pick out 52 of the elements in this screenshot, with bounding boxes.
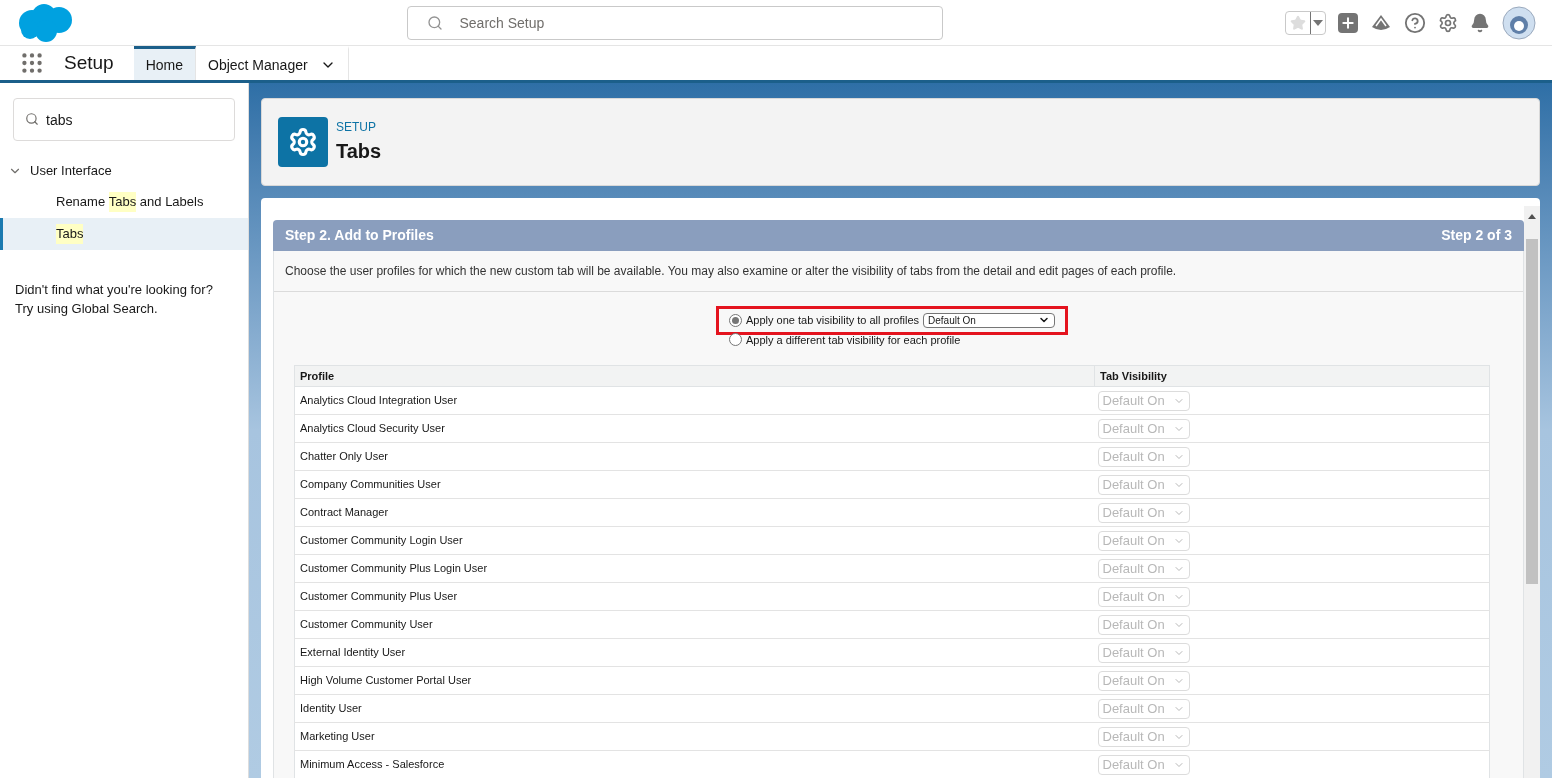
search-icon: [25, 112, 39, 126]
option-label: Apply a different tab visibility for each profile: [746, 332, 961, 348]
nav-tab[interactable]: Home: [133, 46, 196, 80]
wizard-title: Step 2. Add to Profiles: [285, 226, 434, 245]
notifications-icon[interactable]: [1470, 12, 1490, 33]
quick-find-field[interactable]: tabs: [13, 98, 235, 141]
tree-item[interactable]: Tabs: [0, 218, 248, 250]
help-text: Didn't find what you're looking for?: [15, 281, 214, 299]
wizard-step: Step 2 of 3: [1441, 225, 1512, 246]
cloud-logo[interactable]: [16, 2, 74, 43]
tree-item[interactable]: Rename Tabs and Labels: [0, 186, 248, 218]
profile-cell: Analytics Cloud Integration User: [294, 386, 1095, 415]
option-label: Apply one tab visibility to all profiles: [746, 313, 919, 328]
help-icon[interactable]: [1404, 11, 1426, 34]
profile-cell: High Volume Customer Portal User: [294, 666, 1095, 695]
app-launcher-icon[interactable]: [19, 50, 45, 76]
scrollbar[interactable]: [1524, 206, 1540, 778]
avatar[interactable]: [1502, 5, 1536, 40]
search-field[interactable]: Search Setup: [406, 5, 943, 40]
profile-cell: Analytics Cloud Security User: [294, 414, 1095, 443]
setup-gear-icon: [278, 117, 328, 167]
profile-cell: Marketing User: [294, 722, 1095, 751]
favorites-button[interactable]: [1285, 10, 1326, 35]
nav-tab[interactable]: Object Manager: [196, 46, 349, 80]
settings-icon[interactable]: [1438, 12, 1458, 33]
add-button[interactable]: [1338, 12, 1358, 33]
help-text: Try using Global Search.: [15, 300, 159, 318]
page-title: Tabs: [336, 139, 382, 164]
tree-group[interactable]: User Interface: [0, 156, 248, 186]
profile-cell: Minimum Access - Salesforce: [294, 750, 1095, 778]
scroll-up-arrow-icon[interactable]: [1528, 214, 1536, 219]
profile-cell: Company Communities User: [294, 470, 1095, 499]
app-name: Setup: [63, 50, 115, 75]
profile-cell: Customer Community Plus User: [294, 582, 1095, 611]
star-icon: [1290, 14, 1306, 31]
column-header: Tab Visibility: [1094, 365, 1490, 387]
profile-cell: Customer Community Login User: [294, 526, 1095, 555]
profile-cell: Contract Manager: [294, 498, 1095, 527]
profile-cell: External Identity User: [294, 638, 1095, 667]
plus-icon: [1340, 14, 1356, 31]
search-icon: [426, 14, 443, 31]
profile-cell: Customer Community User: [294, 610, 1095, 639]
profile-cell: Chatter Only User: [294, 442, 1095, 471]
wizard-description: Choose the user profiles for which the new custom tab will be available. You may also examine or alter the visibility of tabs from the detail and edit pages of each profile.: [274, 251, 1523, 292]
profile-cell: Identity User: [294, 694, 1095, 723]
column-header: Profile: [294, 365, 1095, 387]
page-eyebrow: SETUP: [336, 119, 377, 136]
profile-cell: Customer Community Plus Login User: [294, 554, 1095, 583]
visibility-select[interactable]: Default On: [923, 312, 1055, 328]
caret-icon: [1313, 19, 1323, 26]
radio-button[interactable]: [729, 333, 742, 347]
radio-button[interactable]: [729, 313, 742, 327]
